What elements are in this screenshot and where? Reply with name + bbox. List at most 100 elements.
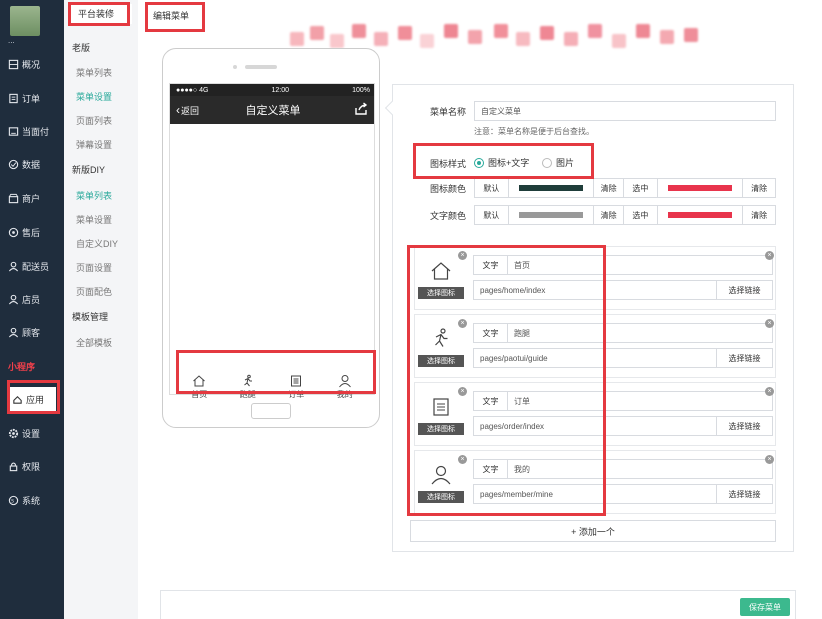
clear-button[interactable]: 清除: [743, 206, 775, 224]
menu-item-path-field: pages/paotui/guide 选择链接: [473, 348, 773, 368]
subnav-link[interactable]: 页面设置: [76, 261, 112, 274]
nav-item-permissions[interactable]: 权限: [0, 454, 64, 478]
phone-title: 自定义菜单: [245, 105, 301, 117]
select-icon-button[interactable]: 选择图标: [418, 423, 464, 435]
subnav-link[interactable]: 自定义DIY: [76, 237, 118, 250]
subnav-link[interactable]: 弹幕设置: [76, 138, 112, 151]
clear-button[interactable]: 清除: [743, 179, 775, 197]
menu-item-text-field[interactable]: 文字 我的: [473, 459, 773, 479]
select-link-button[interactable]: 选择链接: [716, 417, 772, 435]
overview-icon: [8, 59, 19, 70]
data-icon: [8, 159, 19, 170]
menu-item-text-field[interactable]: 文字 订单: [473, 391, 773, 411]
share-icon[interactable]: [354, 102, 368, 116]
menu-name-value: 自定义菜单: [481, 106, 521, 116]
radio-dot: [542, 157, 552, 168]
nav-item-overview[interactable]: 概况: [0, 52, 64, 76]
back-button[interactable]: ‹ 返回: [176, 96, 199, 124]
icon-selected-color-picker[interactable]: [658, 179, 744, 197]
field-key: 文字: [474, 392, 508, 410]
text-color-label: 文字颜色: [429, 211, 466, 221]
clear-button[interactable]: 清除: [594, 179, 625, 197]
nav-item-order[interactable]: 订单: [0, 86, 64, 110]
nav-item-aftersale[interactable]: 售后: [0, 220, 64, 244]
default-label: 默认: [475, 179, 509, 197]
phone-screen: ●●●●○ 4G 12:00 100% ‹ 返回 自定义菜单: [169, 83, 375, 395]
remove-icon-button[interactable]: ×: [458, 387, 467, 396]
subnav-link[interactable]: 菜单列表: [76, 189, 112, 202]
subnav-header[interactable]: 平台装修: [70, 4, 132, 24]
path-value[interactable]: pages/paotui/guide: [474, 349, 716, 367]
nav-section-miniprogram[interactable]: 小程序: [8, 360, 35, 373]
home-button[interactable]: [251, 403, 291, 419]
phone-tab-mine[interactable]: 我的: [325, 374, 365, 400]
select-link-button[interactable]: 选择链接: [716, 349, 772, 367]
nav-item-clerk[interactable]: 店员: [0, 287, 64, 311]
nav-item-settings[interactable]: 设置: [0, 421, 64, 445]
nav-label: 概况: [22, 59, 41, 70]
remove-icon-button[interactable]: ×: [458, 455, 467, 464]
nav-item-apps[interactable]: 应用: [8, 387, 56, 411]
subnav-link[interactable]: 页面配色: [76, 285, 112, 298]
radio-label: 图片: [556, 158, 575, 168]
select-icon-button[interactable]: 选择图标: [418, 287, 464, 299]
phone-title-bar: ‹ 返回 自定义菜单: [170, 96, 374, 124]
subnav-link[interactable]: 菜单列表: [76, 66, 112, 79]
style-radio-image[interactable]: 图片: [542, 156, 574, 169]
select-icon-button[interactable]: 选择图标: [418, 491, 464, 503]
select-link-button[interactable]: 选择链接: [716, 281, 772, 299]
selected-label: 选中: [624, 206, 658, 224]
path-value[interactable]: pages/member/mine: [474, 485, 716, 503]
runner-icon: [243, 374, 252, 387]
status-time: 12:00: [271, 86, 290, 94]
icon-color-row: 默认 清除 选中 清除: [474, 178, 776, 198]
icon-default-color-picker[interactable]: [509, 179, 595, 197]
avatar[interactable]: [10, 6, 40, 36]
select-icon-button[interactable]: 选择图标: [418, 355, 464, 367]
nav-item-data[interactable]: 数据: [0, 152, 64, 176]
remove-item-button[interactable]: ×: [765, 319, 774, 328]
remove-icon-button[interactable]: ×: [458, 251, 467, 260]
color-swatch: [668, 185, 732, 191]
nav-item-shop[interactable]: 商户: [0, 186, 64, 210]
save-menu-button[interactable]: 保存菜单: [740, 598, 790, 616]
nav-item-courier[interactable]: 配送员: [0, 254, 64, 278]
text-selected-color-picker[interactable]: [658, 206, 744, 224]
order-icon: [8, 93, 19, 104]
menu-item-path-field: pages/member/mine 选择链接: [473, 484, 773, 504]
remove-item-button[interactable]: ×: [765, 387, 774, 396]
remove-icon-button[interactable]: ×: [458, 319, 467, 328]
nav-item-system[interactable]: S 系统: [0, 488, 64, 512]
menu-item-text-field[interactable]: 文字 跑腿: [473, 323, 773, 343]
tab-edit-menu[interactable]: 编辑菜单: [145, 2, 203, 30]
nav-item-pay[interactable]: 当面付: [0, 119, 64, 143]
user-icon: [338, 375, 351, 388]
phone-tab-order[interactable]: 订单: [276, 374, 316, 400]
phone-tab-runner[interactable]: 跑腿: [228, 374, 268, 400]
subnav-link[interactable]: 页面列表: [76, 114, 112, 127]
remove-item-button[interactable]: ×: [765, 455, 774, 464]
style-radio-icon-text[interactable]: 图标+文字: [474, 156, 529, 169]
menu-name-input[interactable]: 自定义菜单: [474, 101, 776, 121]
subnav-link[interactable]: 菜单设置: [76, 213, 112, 226]
menu-item-text-field[interactable]: 文字 首页: [473, 255, 773, 275]
pay-icon: [8, 126, 19, 137]
subnav-link-active[interactable]: 菜单设置: [76, 90, 112, 103]
phone-tab-home[interactable]: 首页: [179, 374, 219, 400]
back-label: 返回: [181, 105, 200, 116]
customer-icon: [8, 327, 19, 338]
home-icon: [431, 262, 451, 280]
menu-item: 选择图标 × 文字 订单 × pages/order/index 选择链接: [414, 382, 776, 446]
subnav-link[interactable]: 全部模板: [76, 336, 112, 349]
subnav-group-template: 模板管理: [72, 312, 109, 322]
clear-button[interactable]: 清除: [594, 206, 625, 224]
path-value[interactable]: pages/home/index: [474, 281, 716, 299]
nav-label: 店员: [22, 294, 41, 305]
add-menu-item-button[interactable]: + 添加一个: [410, 520, 776, 542]
remove-item-button[interactable]: ×: [765, 251, 774, 260]
text-default-color-picker[interactable]: [509, 206, 595, 224]
nav-item-customer[interactable]: 顾客: [0, 320, 64, 344]
path-value[interactable]: pages/order/index: [474, 417, 716, 435]
select-link-button[interactable]: 选择链接: [716, 485, 772, 503]
icon-style-label: 图标样式: [429, 159, 466, 169]
